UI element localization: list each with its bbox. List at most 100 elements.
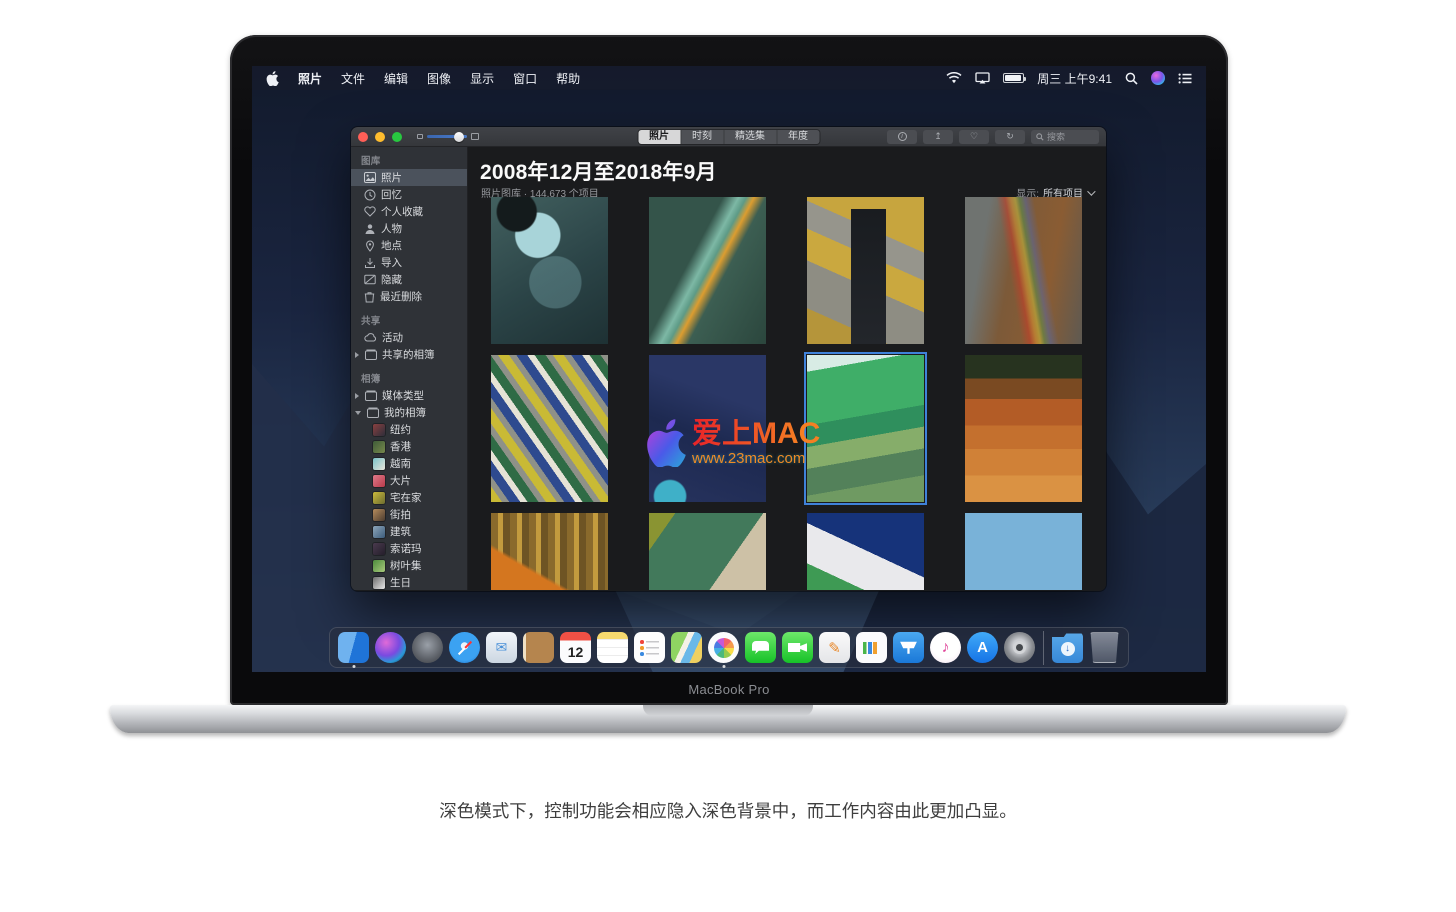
- app-store-dock-icon[interactable]: A: [967, 632, 998, 663]
- sidebar-item-photos[interactable]: 照片: [351, 169, 467, 186]
- downloads-dock-icon[interactable]: ↓: [1052, 632, 1083, 663]
- sidebar-album-street[interactable]: 街拍: [351, 506, 467, 523]
- sidebar-item-activity[interactable]: 活动: [351, 329, 467, 346]
- photo-thumbnail[interactable]: [807, 197, 924, 344]
- sidebar-item-favorites[interactable]: 个人收藏: [351, 203, 467, 220]
- photos-dock-icon[interactable]: [708, 632, 739, 663]
- contacts-dock-icon[interactable]: [523, 632, 554, 663]
- favorite-button[interactable]: ♡: [959, 130, 989, 144]
- disclosure-open-icon[interactable]: [355, 411, 361, 415]
- tab-years[interactable]: 年度: [777, 130, 819, 144]
- wifi-icon[interactable]: [946, 72, 962, 84]
- photo-thumbnail[interactable]: [807, 513, 924, 590]
- apple-menu[interactable]: [266, 71, 279, 86]
- facetime-dock-icon[interactable]: [782, 632, 813, 663]
- sidebar-item-shared-albums[interactable]: 共享的相簿: [351, 346, 467, 363]
- sidebar-album-birthday[interactable]: 生日: [351, 574, 467, 590]
- window-titlebar[interactable]: 照片 时刻 精选集 年度 i ↥ ♡ ↻ 搜索: [351, 127, 1106, 147]
- slider-track[interactable]: [427, 135, 467, 138]
- sidebar-album-athome[interactable]: 宅在家: [351, 489, 467, 506]
- search-field[interactable]: 搜索: [1031, 130, 1099, 144]
- launchpad-dock-icon[interactable]: [412, 632, 443, 663]
- minimize-button[interactable]: [375, 132, 385, 142]
- sidebar-item-people[interactable]: 人物: [351, 220, 467, 237]
- photo-thumbnail[interactable]: [491, 513, 608, 590]
- sidebar-album-sonoma[interactable]: 索诺玛: [351, 540, 467, 557]
- sidebar-item-media-types[interactable]: 媒体类型: [351, 387, 467, 404]
- sidebar-album-hongkong[interactable]: 香港: [351, 438, 467, 455]
- photo-thumbnail-selected[interactable]: [807, 355, 924, 502]
- sidebar-album-bigshots[interactable]: 大片: [351, 472, 467, 489]
- rotate-button[interactable]: ↻: [995, 130, 1025, 144]
- zoom-button[interactable]: [392, 132, 402, 142]
- info-button[interactable]: i: [887, 130, 917, 144]
- tab-photos[interactable]: 照片: [638, 130, 681, 144]
- photo-thumbnail[interactable]: [491, 197, 608, 344]
- sidebar-album-architecture[interactable]: 建筑: [351, 523, 467, 540]
- numbers-dock-icon[interactable]: [856, 632, 887, 663]
- photo-thumbnail[interactable]: [965, 197, 1082, 344]
- thumbnail-size-slider[interactable]: [417, 133, 479, 140]
- trash-dock-icon[interactable]: [1089, 632, 1120, 663]
- menu-item-file[interactable]: 文件: [341, 70, 365, 87]
- system-preferences-dock-icon[interactable]: [1004, 632, 1035, 663]
- pages-dock-icon[interactable]: ✎: [819, 632, 850, 663]
- mail-dock-icon[interactable]: ✉: [486, 632, 517, 663]
- disclosure-closed-icon[interactable]: [355, 352, 359, 358]
- share-button[interactable]: ↥: [923, 130, 953, 144]
- album-label: 树叶集: [390, 558, 422, 573]
- menu-item-image[interactable]: 图像: [427, 70, 451, 87]
- photo-thumbnail[interactable]: [965, 355, 1082, 502]
- sidebar-item-label: 我的相簿: [384, 405, 426, 420]
- memories-icon: [364, 189, 376, 201]
- sidebar-album-vietnam[interactable]: 越南: [351, 455, 467, 472]
- display-mirroring-icon[interactable]: [975, 72, 990, 84]
- sidebar-item-label: 地点: [381, 238, 402, 253]
- photo-thumbnail[interactable]: [965, 513, 1082, 590]
- laptop-base: [110, 705, 1346, 733]
- menu-item-help[interactable]: 帮助: [556, 70, 580, 87]
- calendar-dock-icon[interactable]: 12: [560, 632, 591, 663]
- battery-icon[interactable]: [1003, 73, 1024, 83]
- siri-dock-icon[interactable]: [375, 632, 406, 663]
- menu-item-window[interactable]: 窗口: [513, 70, 537, 87]
- maps-dock-icon[interactable]: [671, 632, 702, 663]
- photo-thumbnail[interactable]: [649, 355, 766, 502]
- notes-dock-icon[interactable]: [597, 632, 628, 663]
- photo-thumbnail[interactable]: [649, 197, 766, 344]
- reminders-dock-icon[interactable]: [634, 632, 665, 663]
- siri-icon[interactable]: [1151, 71, 1165, 85]
- photo-thumbnail[interactable]: [491, 355, 608, 502]
- menu-bar-clock[interactable]: 周三 上午9:41: [1037, 70, 1112, 87]
- notification-center-icon[interactable]: [1178, 73, 1192, 84]
- disclosure-closed-icon[interactable]: [355, 393, 359, 399]
- keynote-dock-icon[interactable]: [893, 632, 924, 663]
- gear-icon: [1013, 641, 1026, 654]
- menu-item-edit[interactable]: 编辑: [384, 70, 408, 87]
- sidebar-item-memories[interactable]: 回忆: [351, 186, 467, 203]
- sidebar-item-label: 活动: [382, 330, 403, 345]
- person-icon: [364, 223, 376, 235]
- spotlight-search-icon[interactable]: [1125, 72, 1138, 85]
- pen-glyph: ✎: [828, 639, 841, 657]
- sidebar-item-import[interactable]: 导入: [351, 254, 467, 271]
- close-button[interactable]: [358, 132, 368, 142]
- sidebar-item-places[interactable]: 地点: [351, 237, 467, 254]
- messages-dock-icon[interactable]: [745, 632, 776, 663]
- slider-thumb[interactable]: [454, 132, 464, 142]
- tab-collections[interactable]: 精选集: [724, 130, 777, 144]
- sidebar-item-recently-deleted[interactable]: 最近删除: [351, 288, 467, 305]
- large-thumbnails-icon: [471, 133, 479, 140]
- menu-item-photos[interactable]: 照片: [298, 70, 322, 87]
- sidebar-album-newyork[interactable]: 纽约: [351, 421, 467, 438]
- sidebar-item-my-albums[interactable]: 我的相簿: [351, 404, 467, 421]
- photo-thumbnail[interactable]: [649, 513, 766, 590]
- safari-dock-icon[interactable]: [449, 632, 480, 663]
- itunes-dock-icon[interactable]: ♪: [930, 632, 961, 663]
- menu-item-view[interactable]: 显示: [470, 70, 494, 87]
- sidebar-album-leaves[interactable]: 树叶集: [351, 557, 467, 574]
- finder-dock-icon[interactable]: [338, 632, 369, 663]
- sidebar-item-hidden[interactable]: 隐藏: [351, 271, 467, 288]
- album-label: 大片: [390, 473, 411, 488]
- tab-moments[interactable]: 时刻: [681, 130, 724, 144]
